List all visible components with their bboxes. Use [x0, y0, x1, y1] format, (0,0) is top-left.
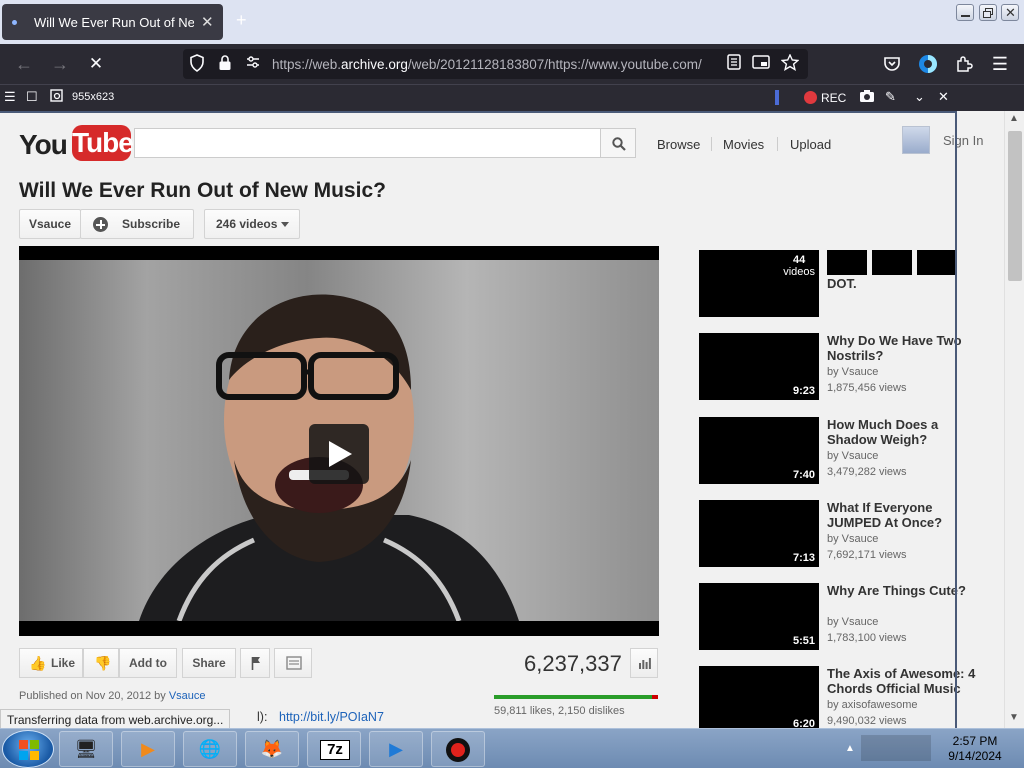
rdm-close-icon[interactable]: ✕	[938, 89, 949, 105]
stop-loading-icon[interactable]: ✕	[84, 52, 108, 76]
extensions-icon[interactable]	[952, 52, 976, 76]
lock-icon[interactable]	[218, 54, 232, 75]
page-viewport: You Tube Browse Movies Upload Sign In Wi…	[0, 111, 1024, 728]
new-tab-icon[interactable]: +	[236, 10, 247, 31]
taskbar-media-player[interactable]: ▶	[121, 731, 175, 767]
permissions-icon[interactable]	[245, 54, 261, 74]
record-app-icon	[432, 732, 484, 766]
responsive-design-toolbar: ☰ ☐ 955x623 REC ✎ ⌄ ✕	[0, 84, 1024, 111]
tab-close-icon[interactable]: ✕	[201, 13, 214, 31]
page-scrollbar[interactable]: ▲ ▼	[1004, 111, 1024, 728]
system-tray[interactable]	[861, 735, 931, 761]
pocket-icon[interactable]	[880, 52, 904, 76]
forward-icon[interactable]: →	[48, 52, 72, 76]
url-text[interactable]: https://web.archive.org/web/201211281838…	[272, 57, 720, 72]
play-arrow-icon: ▶	[389, 739, 403, 759]
browser-nav-bar: ← → ✕ https://web.archive.org/web/201211…	[0, 44, 1024, 84]
taskbar-recorder[interactable]	[431, 731, 485, 767]
tray-clock[interactable]: 2:57 PM 9/14/2024	[940, 734, 1010, 764]
media-player-icon: ▶	[141, 739, 155, 759]
shield-icon[interactable]	[189, 54, 205, 76]
taskbar-player-app[interactable]: ▶	[369, 731, 423, 767]
rdm-menu-icon[interactable]: ☰	[4, 89, 16, 105]
pencil-icon[interactable]: ✎	[885, 89, 896, 105]
tray-date: 9/14/2024	[948, 749, 1002, 763]
taskbar: 🖥 ▶ 🌐 🦊 7z ▶ ▲ 2:57 PM 9/14/2024	[0, 728, 1024, 768]
browser-tab[interactable]: Will We Ever Run Out of New M ✕	[2, 4, 223, 40]
account-avatar-icon[interactable]	[916, 52, 940, 76]
windows-logo-icon	[19, 740, 39, 760]
rdm-flag-icon	[775, 90, 779, 105]
7zip-icon: 7z	[320, 740, 350, 760]
camera-icon[interactable]	[859, 89, 875, 106]
taskbar-7zip[interactable]: 7z	[307, 731, 361, 767]
monitor-icon: 🖥	[74, 739, 98, 759]
picture-in-picture-icon[interactable]	[752, 54, 770, 74]
scroll-up-icon[interactable]: ▲	[1009, 113, 1019, 124]
hamburger-menu-icon[interactable]: ☰	[988, 52, 1012, 76]
tray-time: 2:57 PM	[952, 734, 998, 748]
browser-tab-strip: Will We Ever Run Out of New M ✕ + ✕	[0, 0, 1024, 44]
tab-loading-icon	[12, 20, 17, 25]
back-icon[interactable]: ←	[12, 52, 36, 76]
scrollbar-thumb[interactable]	[1008, 131, 1022, 281]
viewport-dimensions[interactable]: 955x623	[72, 91, 114, 103]
url-bar[interactable]: https://web.archive.org/web/201211281838…	[183, 49, 808, 79]
globe-icon: 🌐	[198, 739, 222, 759]
collapse-icon[interactable]: ⌄	[914, 89, 925, 105]
window-minimize-button[interactable]	[956, 4, 974, 21]
start-button[interactable]	[2, 730, 54, 768]
screen: Will We Ever Run Out of New M ✕ + ✕ ← → …	[0, 0, 1024, 768]
status-bar: Transferring data from web.archive.org..…	[0, 709, 231, 729]
taskbar-globe-app[interactable]: 🌐	[183, 731, 237, 767]
firefox-icon: 🦊	[260, 739, 284, 759]
responsive-viewport-frame	[0, 111, 957, 728]
window-close-button[interactable]: ✕	[1001, 4, 1019, 21]
taskbar-firefox[interactable]: 🦊	[245, 731, 299, 767]
scroll-down-icon[interactable]: ▼	[1009, 712, 1019, 723]
record-label[interactable]: REC	[821, 91, 846, 105]
rdm-screenshot-select-icon[interactable]	[50, 89, 64, 106]
tab-title: Will We Ever Run Out of New M	[34, 15, 194, 30]
reader-view-icon[interactable]	[727, 54, 741, 74]
window-restore-button[interactable]	[979, 4, 997, 21]
rdm-device-icon[interactable]: ☐	[26, 89, 38, 105]
bookmark-star-icon[interactable]	[780, 53, 800, 75]
tray-expand-icon[interactable]: ▲	[845, 743, 855, 754]
taskbar-explorer[interactable]: 🖥	[59, 731, 113, 767]
record-icon[interactable]	[804, 91, 817, 104]
